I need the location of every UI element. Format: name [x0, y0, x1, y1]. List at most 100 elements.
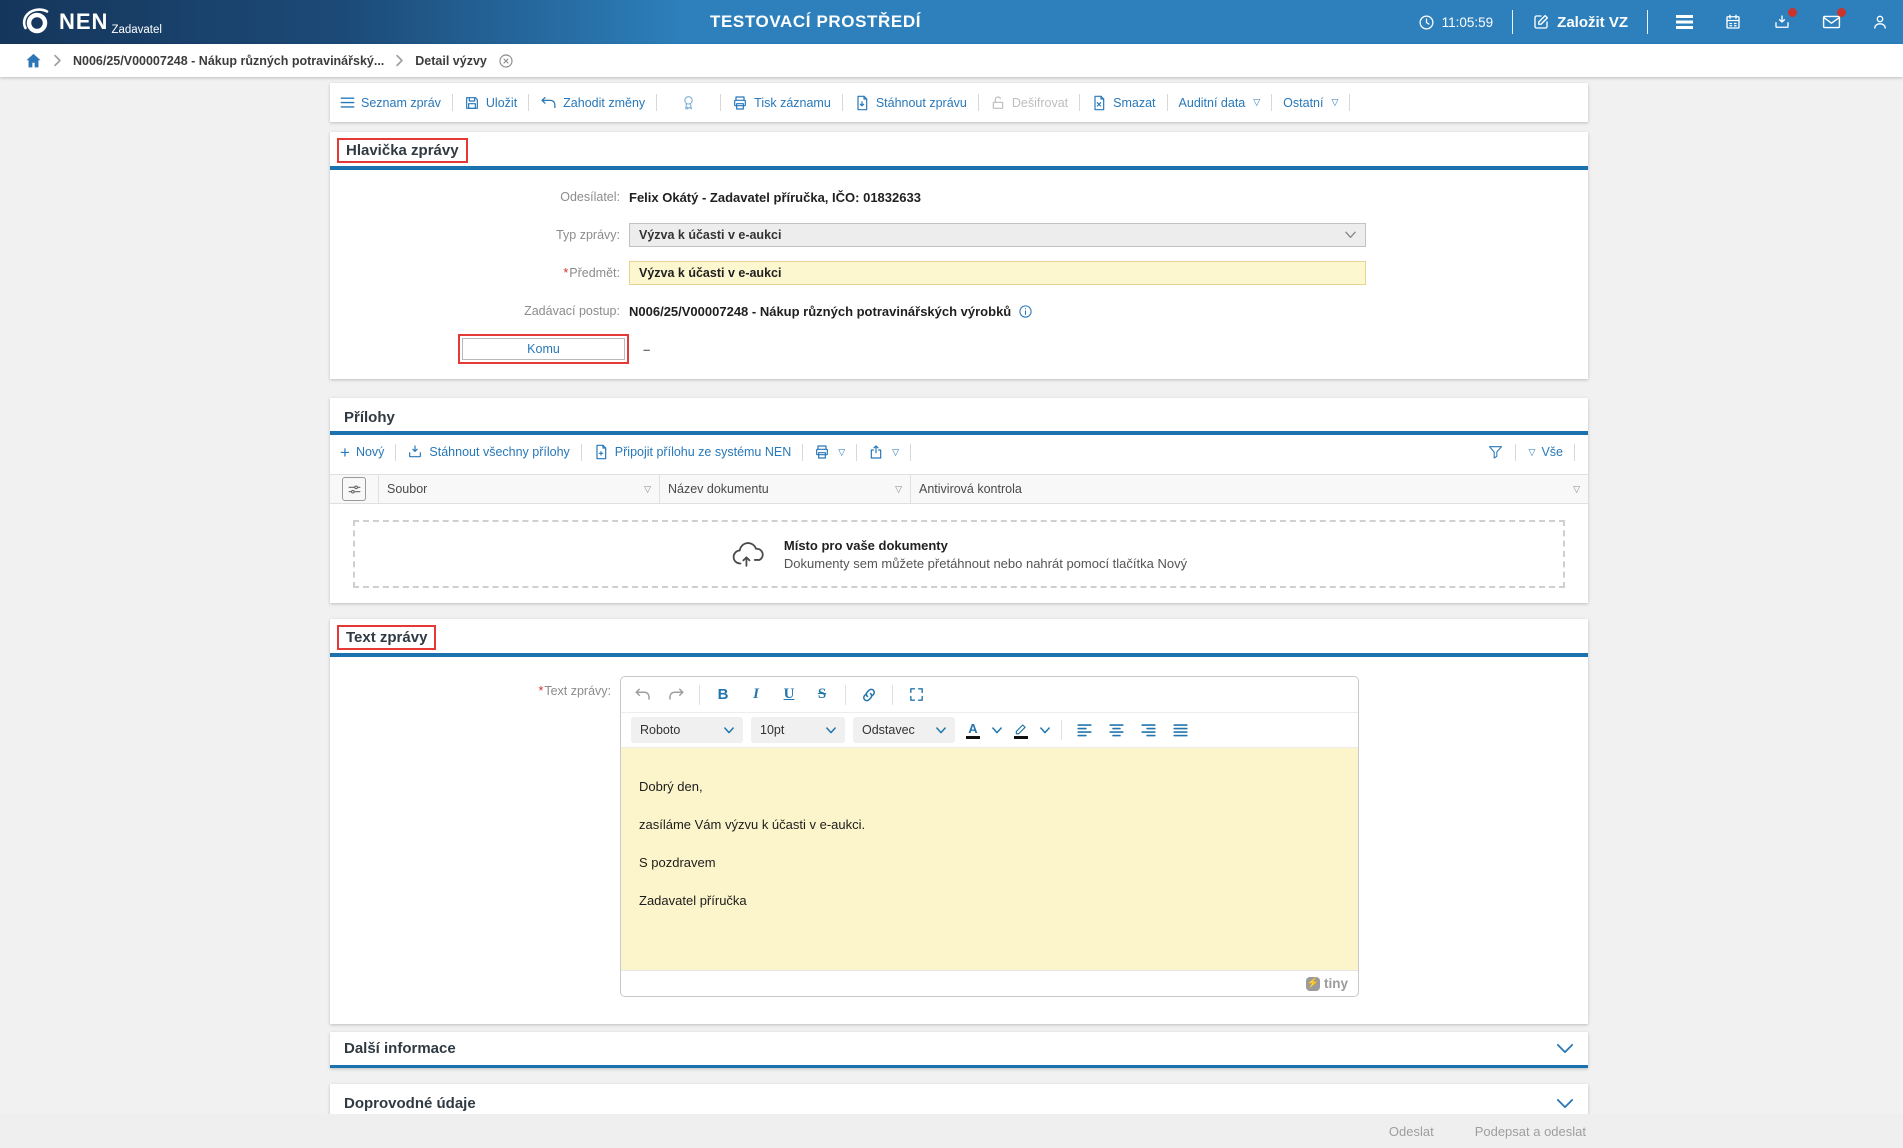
download-all-attachments-button[interactable]: Stáhnout všechny přílohy [405, 444, 571, 460]
chevron-right-icon [53, 54, 62, 67]
highlight-color-button[interactable] [1011, 722, 1031, 739]
column-filter-icon[interactable]: ▽ [644, 484, 651, 495]
fullscreen-button[interactable] [904, 683, 928, 707]
chevron-down-icon[interactable] [1556, 1098, 1574, 1109]
nen-logo[interactable]: NEN Zadavatel [22, 7, 162, 37]
column-filter-icon[interactable]: ▽ [895, 484, 902, 495]
section-title-dalsi-informace: Další informace [344, 1040, 456, 1057]
column-settings-icon [342, 477, 366, 501]
signature-seal-button[interactable] [666, 94, 711, 111]
export-attachments-button[interactable]: ▽ [866, 444, 901, 460]
page: NEN Zadavatel TESTOVACÍ PROSTŘEDÍ 11:05:… [0, 0, 1903, 1148]
font-family-select[interactable]: Roboto [631, 717, 743, 743]
text-color-menu-button[interactable] [991, 718, 1003, 742]
print-attachments-button[interactable]: ▽ [812, 444, 847, 460]
brand-name: NEN [59, 9, 109, 34]
info-icon[interactable] [1018, 304, 1033, 319]
attachments-dropzone[interactable]: Místo pro vaše dokumenty Dokumenty sem m… [353, 520, 1565, 588]
subject-input[interactable]: Výzva k účasti v e-aukci [629, 261, 1366, 285]
align-center-button[interactable] [1104, 718, 1128, 742]
column-header-soubor[interactable]: Soubor ▽ [379, 475, 660, 503]
undo-button[interactable] [631, 683, 655, 707]
text-color-button[interactable]: A [963, 722, 983, 739]
editor-line: zasíláme Vám výzvu k účasti v e-aukci. [639, 817, 866, 832]
recipients-button[interactable]: Komu [462, 338, 625, 360]
column-header-nazev[interactable]: Název dokumentu ▽ [660, 475, 911, 503]
audit-data-button[interactable]: Auditní data ▽ [1177, 96, 1263, 110]
action-footer: Odeslat Podepsat a odeslat [0, 1114, 1903, 1148]
filter-button[interactable] [1485, 444, 1506, 460]
divider [1647, 10, 1648, 34]
bold-button[interactable]: B [711, 683, 735, 707]
clock-icon [1418, 14, 1435, 31]
section-title-text-zpravy: Text zprávy [337, 625, 437, 650]
form-row-procedure: Zadávací postup: N006/25/V00007248 - Nák… [330, 292, 1588, 330]
close-tab-icon[interactable] [498, 53, 514, 69]
delete-button[interactable]: Smazat [1089, 95, 1157, 111]
other-actions-button[interactable]: Ostatní ▽ [1281, 96, 1340, 110]
profile-button[interactable] [1870, 12, 1890, 32]
tinymce-brand-link[interactable]: ⚡ tiny [1305, 976, 1348, 991]
clock: 11:05:59 [1418, 14, 1493, 31]
document-attach-icon [593, 444, 609, 460]
highlight-color-menu-button[interactable] [1039, 718, 1051, 742]
message-list-button[interactable]: Seznam zpráv [338, 96, 443, 110]
divider [1166, 94, 1168, 111]
edit-icon [1532, 13, 1550, 31]
align-right-button[interactable] [1136, 718, 1160, 742]
column-filter-icon[interactable]: ▽ [1573, 484, 1580, 495]
strikethrough-button[interactable]: S [810, 683, 834, 707]
editor-line: Zadavatel příručka [639, 893, 747, 908]
show-all-button[interactable]: ▽ Vše [1525, 445, 1565, 459]
dropdown-icon: ▽ [1253, 97, 1261, 107]
form-row-sender: Odesílatel: Felix Okátý - Zadavatel přír… [330, 178, 1588, 216]
message-type-select[interactable]: Výzva k účasti v e-aukci [629, 223, 1366, 247]
dropdown-icon: ▽ [1528, 446, 1536, 457]
downloads-button[interactable] [1772, 8, 1797, 32]
underline-button[interactable]: U [777, 683, 801, 707]
divider [528, 94, 530, 111]
document-delete-icon [1091, 95, 1107, 111]
richtext-editor: B I U S Roboto 10pt Odstavec A Dobrý den… [620, 676, 1359, 997]
save-button[interactable]: Uložit [462, 95, 519, 111]
form-row-recipients: Komu – [330, 330, 1588, 368]
person-icon [1871, 13, 1889, 31]
download-message-button[interactable]: Stáhnout zprávu [852, 95, 969, 111]
italic-button[interactable]: I [744, 683, 768, 707]
attach-from-nen-button[interactable]: Připojit přílohu ze systému NEN [591, 444, 793, 460]
procedure-label: Zadávací postup: [524, 304, 620, 318]
decrypt-button[interactable]: Dešifrovat [988, 95, 1070, 111]
chevron-down-icon [936, 726, 946, 734]
column-header-antivir[interactable]: Antivirová kontrola ▽ [911, 475, 1588, 503]
editor-content[interactable]: Dobrý den, zasíláme Vám výzvu k účasti v… [621, 748, 1358, 970]
sign-and-send-button[interactable]: Podepsat a odeslat [1475, 1124, 1586, 1139]
required-mark: * [538, 684, 544, 698]
breadcrumb-process[interactable]: N006/25/V00007248 - Nákup různých potrav… [73, 54, 384, 68]
align-left-button[interactable] [1072, 718, 1096, 742]
top-bar: NEN Zadavatel TESTOVACÍ PROSTŘEDÍ 11:05:… [0, 0, 1903, 44]
chevron-down-icon [826, 726, 836, 734]
section-attachments: Přílohy + Nový Stáhnout všechny přílohy [330, 398, 1588, 603]
messages-button[interactable] [1821, 8, 1846, 32]
form-row-subject: *Předmět: Výzva k účasti v e-aukci [330, 254, 1588, 292]
create-vz-button[interactable]: Založit VZ [1532, 13, 1628, 31]
send-button[interactable]: Odeslat [1389, 1124, 1434, 1139]
font-size-select[interactable]: 10pt [751, 717, 845, 743]
chevron-down-icon[interactable] [1556, 1043, 1574, 1054]
section-dalsi-informace[interactable]: Další informace [330, 1032, 1588, 1068]
link-button[interactable] [857, 683, 881, 707]
align-justify-button[interactable] [1168, 718, 1192, 742]
print-record-button[interactable]: Tisk záznamu [730, 95, 833, 111]
new-attachment-button[interactable]: + Nový [338, 444, 386, 461]
undo-arrow-icon [540, 95, 557, 110]
menu-button[interactable] [1674, 12, 1694, 32]
downloads-badge [1788, 8, 1797, 17]
home-icon[interactable] [25, 53, 42, 69]
discard-changes-button[interactable]: Zahodit změny [538, 95, 647, 110]
calendar-button[interactable] [1723, 12, 1743, 32]
divider [841, 94, 843, 111]
subject-label: *Předmět: [563, 266, 620, 280]
block-format-select[interactable]: Odstavec [853, 717, 955, 743]
redo-button[interactable] [664, 683, 688, 707]
column-settings-button[interactable] [330, 475, 379, 503]
